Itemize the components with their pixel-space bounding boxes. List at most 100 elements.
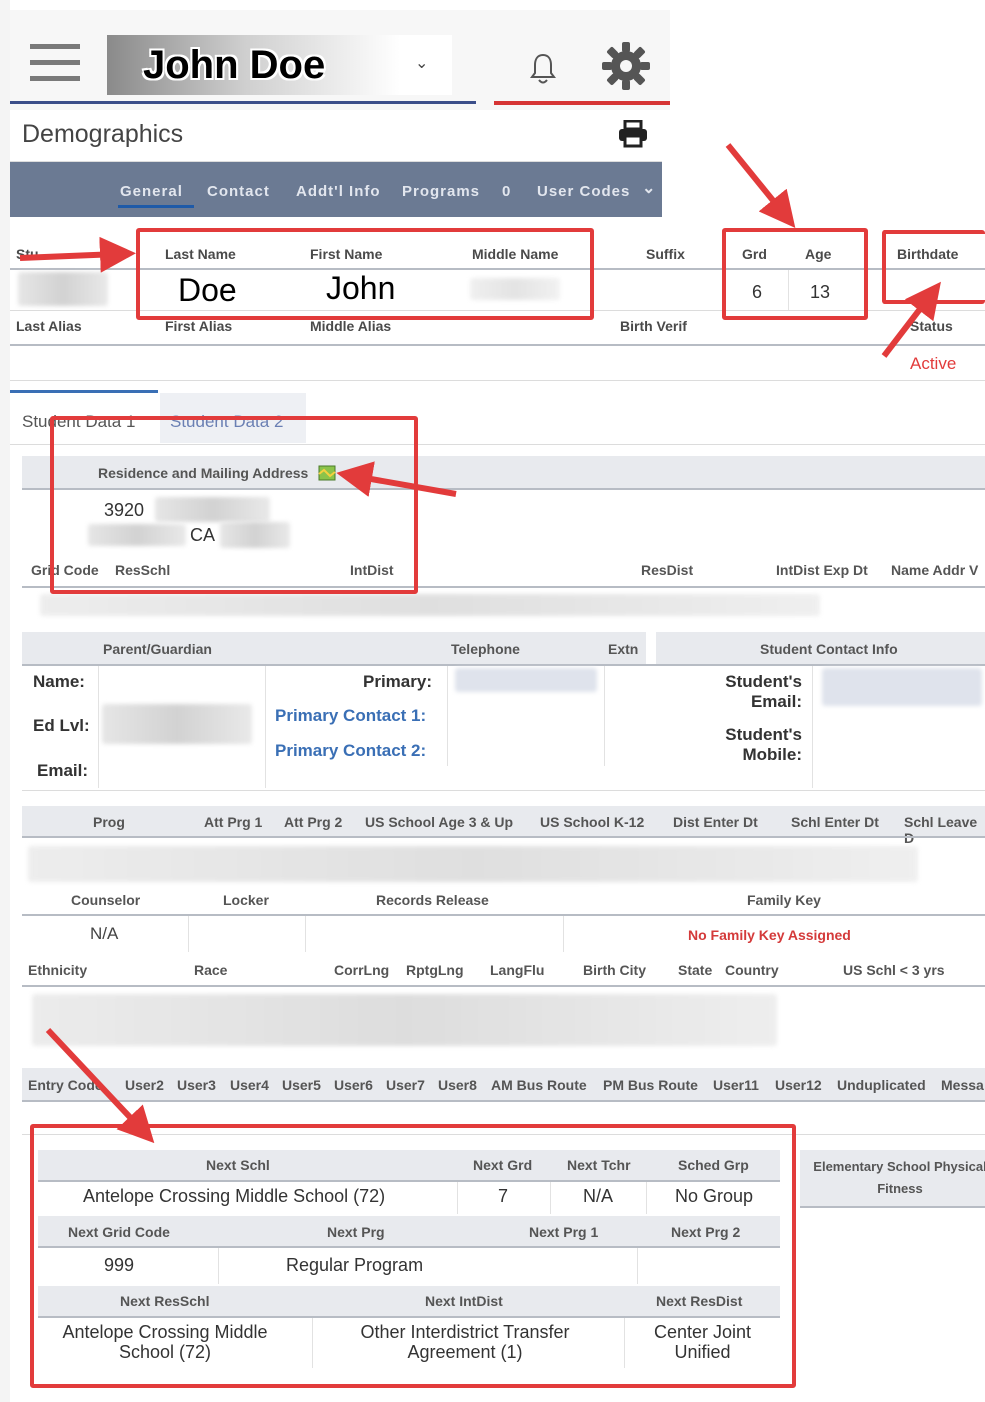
parent-col-divider — [98, 666, 99, 788]
header-schl-enter-dt: Schl Enter Dt — [791, 814, 879, 830]
header-underline-right — [494, 101, 670, 105]
header-rptglng: RptgLng — [406, 962, 464, 978]
counselor-value[interactable]: N/A — [90, 924, 118, 944]
tab-user-codes[interactable]: User Codes — [537, 183, 630, 200]
header-family-key: Family Key — [747, 892, 821, 908]
status-value: Active — [910, 354, 957, 373]
header-user12: User12 — [775, 1077, 822, 1093]
header-ethnicity: Ethnicity — [28, 962, 88, 978]
extn-col-divider — [604, 666, 605, 766]
ethnicity-header-rule — [22, 985, 985, 987]
header-intdist-exp-dt: IntDist Exp Dt — [776, 562, 868, 578]
right-edge-shadow — [0, 0, 10, 1402]
header-resdist: ResDist — [641, 562, 694, 578]
gear-button[interactable] — [600, 40, 654, 94]
header-user7: User7 — [386, 1077, 425, 1093]
primary-contact-2-link[interactable]: Primary Contact 2: — [275, 741, 426, 761]
header-birth-city: Birth City — [583, 962, 646, 978]
tab-bar: General Contact Addt'l Info Programs 0 U… — [10, 162, 662, 217]
header-student-contact-info: Student Contact Info — [760, 641, 898, 657]
bell-button[interactable] — [528, 52, 572, 92]
phone-col-divider — [447, 666, 448, 766]
header-unduplicated: Unduplicated — [837, 1077, 926, 1093]
header-parent-guardian: Parent/Guardian — [103, 641, 212, 657]
parent-bottom-rule — [22, 790, 985, 791]
student-email-label: Student's Email: — [700, 672, 802, 712]
programs-header-rule — [22, 836, 985, 838]
header-dist-enter-dt: Dist Enter Dt — [673, 814, 758, 830]
bell-icon — [530, 53, 556, 84]
header-student: Stu — [16, 246, 39, 262]
header-am-bus-route: AM Bus Route — [491, 1077, 587, 1093]
print-button[interactable] — [618, 119, 648, 153]
fitness-header: Elementary School Physical Fitness — [800, 1156, 985, 1200]
chevron-down-icon[interactable]: ⌄ — [415, 53, 428, 73]
header-langflu: LangFlu — [490, 962, 545, 978]
parent-col-divider-2 — [265, 666, 266, 788]
header-user2: User2 — [125, 1077, 164, 1093]
highlight-address-box — [50, 416, 418, 594]
ethnicity-row-redacted — [32, 994, 777, 1046]
parent-name-label: Name: — [33, 672, 85, 691]
student-selector[interactable]: John Doe ⌄ — [107, 35, 452, 95]
primary-contact-1-link[interactable]: Primary Contact 1: — [275, 706, 426, 726]
student-name: John Doe — [143, 43, 326, 87]
printer-icon — [619, 119, 647, 148]
header-extn: Extn — [608, 641, 639, 657]
alias-value-rule — [10, 380, 985, 381]
header-telephone: Telephone — [451, 641, 520, 657]
header-user5: User5 — [282, 1077, 321, 1093]
tab-general[interactable]: General — [120, 183, 183, 200]
counselor-header-rule — [22, 914, 985, 916]
header-user4: User4 — [230, 1077, 269, 1093]
chevron-down-icon[interactable]: ⌄ — [642, 178, 656, 198]
page-title: Demographics — [22, 120, 184, 148]
header-us-schl-lt-3yrs: US Schl < 3 yrs — [843, 962, 945, 978]
alias-header-rule — [10, 344, 985, 346]
header-prog: Prog — [93, 814, 125, 830]
header-locker: Locker — [223, 892, 269, 908]
header-birth-verif: Birth Verif — [620, 318, 687, 334]
primary-phone-redacted — [455, 668, 597, 692]
primary-phone-label: Primary: — [363, 672, 432, 691]
student-id-redacted — [18, 272, 108, 306]
highlight-birthdate-box — [882, 230, 985, 304]
highlight-name-box — [136, 228, 594, 320]
subtab-student-data-1-indicator — [10, 390, 158, 393]
tab-contact[interactable]: Contact — [207, 183, 270, 200]
header-us-school-k12: US School K-12 — [540, 814, 645, 830]
page-title-bar: Demographics — [10, 110, 662, 162]
counselor-divider-2 — [305, 916, 306, 952]
counselor-divider-1 — [188, 916, 189, 952]
header-att-prg-1: Att Prg 1 — [204, 814, 263, 830]
header-att-prg-2: Att Prg 2 — [284, 814, 343, 830]
header-counselor: Counselor — [71, 892, 141, 908]
arrow-to-grade — [725, 143, 796, 228]
student-email-text: Student's Email: — [725, 672, 802, 711]
tab-addtl-info[interactable]: Addt'l Info — [296, 183, 381, 200]
counselor-divider-3 — [563, 916, 564, 952]
address-grid-redacted — [40, 594, 820, 616]
header-user6: User6 — [334, 1077, 373, 1093]
user-header-rule — [22, 1100, 985, 1102]
programs-badge: 0 — [502, 183, 512, 200]
contact-col-divider — [812, 666, 813, 788]
header-race: Race — [194, 962, 228, 978]
header-pm-bus-route: PM Bus Route — [603, 1077, 698, 1093]
header-country: Country — [725, 962, 779, 978]
parent-email-label: Email: — [37, 761, 89, 780]
tab-programs[interactable]: Programs — [402, 183, 480, 200]
gear-icon — [602, 42, 650, 90]
header-entry-code: Entry Code — [28, 1077, 103, 1093]
header-user3: User3 — [177, 1077, 216, 1093]
family-key-value: No Family Key Assigned — [688, 927, 851, 943]
parent-edlvl-label: Ed Lvl: — [33, 716, 90, 735]
header-suffix: Suffix — [646, 246, 685, 262]
header-user11: User11 — [713, 1077, 759, 1093]
student-mobile-label: Student's Mobile: — [700, 725, 802, 765]
highlight-next-year-box — [30, 1124, 796, 1388]
student-email-redacted — [822, 668, 982, 706]
highlight-grade-age-box — [722, 228, 868, 320]
menu-button[interactable] — [30, 44, 82, 84]
header-schl-leave-dt: Schl Leave D — [904, 814, 978, 846]
